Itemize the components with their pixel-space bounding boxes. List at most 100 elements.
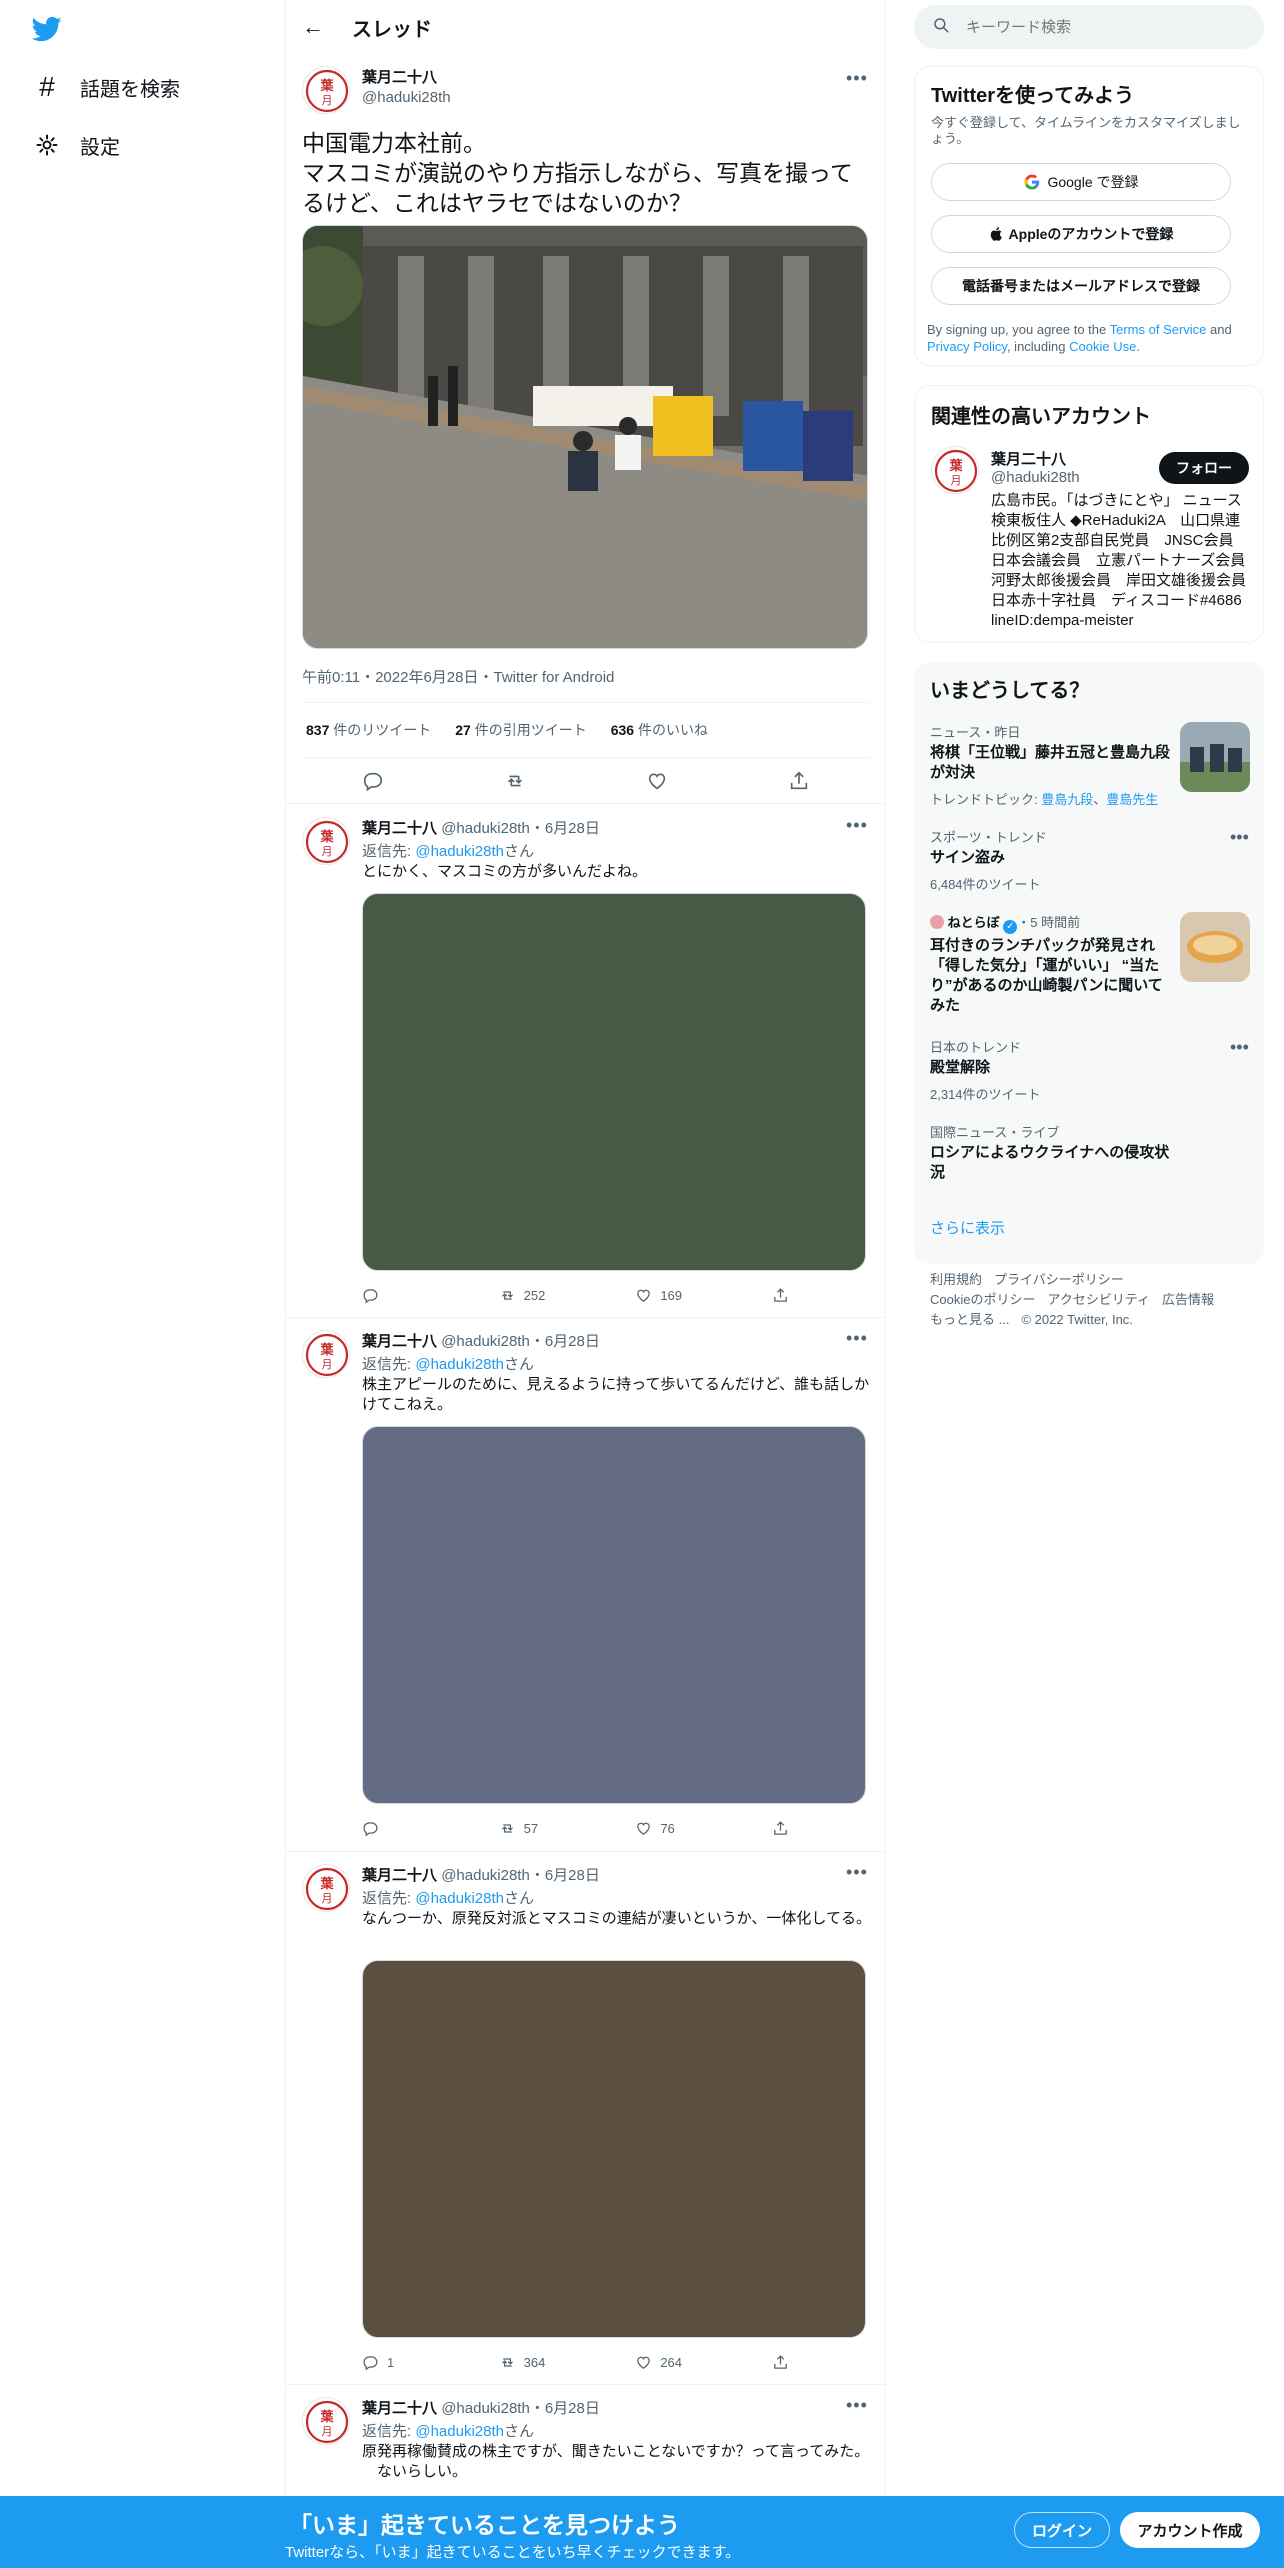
nav-settings[interactable]: 設定 (34, 125, 120, 165)
search-input[interactable] (966, 18, 1236, 36)
google-signup-button[interactable]: Google で登録 (931, 163, 1231, 201)
more-options-icon[interactable]: ••• (1230, 1037, 1249, 1058)
author-name[interactable]: 葉月二十八 (362, 820, 437, 837)
retweet-icon[interactable] (495, 761, 535, 801)
like-button[interactable]: 169 (635, 1287, 705, 1304)
reply-text: なんつーか、原発反対派とマスコミの連結が凄いというか、一体化してる。 (362, 1910, 871, 1927)
footer-cookie-link[interactable]: Cookieのポリシー (930, 1292, 1035, 1307)
more-options-icon[interactable]: ••• (846, 1862, 868, 1883)
more-options-icon[interactable]: ••• (1230, 827, 1249, 848)
reply-to-link[interactable]: @haduki28th (415, 2423, 504, 2440)
reply-text: とにかく、マスコミの方が多いんだよね。 (362, 863, 648, 880)
avatar[interactable]: 葉月 (302, 66, 350, 114)
trend-item[interactable]: 日本のトレンド 殿堂解除 2,314件のツイート (930, 1037, 1250, 1103)
avatar[interactable]: 葉月 (931, 446, 979, 494)
tweet-timestamp[interactable]: 午前0:11・2022年6月28日・Twitter for Android (302, 666, 614, 687)
show-more-link[interactable]: さらに表示 (930, 1217, 1005, 1238)
avatar[interactable]: 葉月 (302, 817, 350, 865)
like-button[interactable]: 76 (635, 1820, 705, 1837)
search-box[interactable] (914, 5, 1264, 49)
back-arrow-icon[interactable]: ← (302, 14, 334, 40)
more-options-icon[interactable]: ••• (846, 815, 868, 836)
avatar[interactable]: 葉月 (302, 2397, 350, 2445)
like-icon[interactable] (637, 761, 677, 801)
reply-date[interactable]: ・6月28日 (530, 1333, 600, 1350)
reply-button[interactable] (362, 1820, 432, 1837)
author-name[interactable]: 葉月二十八 (362, 2400, 437, 2417)
author-handle[interactable]: @haduki28th (441, 1867, 530, 1884)
reply-date[interactable]: ・6月28日 (530, 820, 600, 837)
reply-image[interactable] (362, 1426, 866, 1804)
reply-button[interactable]: 1 (362, 2354, 432, 2371)
reply-tweet[interactable]: 葉月 葉月二十八 @haduki28th・6月28日 ••• 返信先: @had… (286, 1852, 886, 2385)
footer-accessibility-link[interactable]: アクセシビリティ (1047, 1292, 1150, 1307)
reply-date[interactable]: ・6月28日 (530, 2400, 600, 2417)
reply-image[interactable] (362, 1960, 866, 2338)
quote-count[interactable]: 27 件の引用ツイート (455, 720, 586, 740)
reply-to-link[interactable]: @haduki28th (415, 843, 504, 860)
trend-item[interactable]: ニュース・昨日 将棋「王位戦」藤井五冠と豊島九段が対決 トレンドトピック: 豊島… (930, 722, 1170, 808)
footer-more-link[interactable]: もっと見る ... (930, 1312, 1009, 1327)
author-name[interactable]: 葉月二十八 (362, 1333, 437, 1350)
retweet-count[interactable]: 837 件のリツイート (306, 720, 431, 740)
trend-topic-link[interactable]: 豊島九段 (1041, 792, 1093, 807)
phone-email-signup-button[interactable]: 電話番号またはメールアドレスで登録 (931, 267, 1231, 305)
retweet-button[interactable]: 57 (499, 1820, 569, 1837)
footer-terms-link[interactable]: 利用規約 (930, 1272, 982, 1287)
reply-actions: 57 76 (362, 1813, 792, 1843)
author-handle[interactable]: @haduki28th (441, 820, 530, 837)
follow-button[interactable]: フォロー (1159, 452, 1249, 484)
footer-ads-link[interactable]: 広告情報 (1162, 1292, 1214, 1307)
like-count[interactable]: 636 件のいいね (611, 720, 708, 740)
cookie-link[interactable]: Cookie Use (1069, 339, 1136, 354)
share-button[interactable] (772, 1287, 792, 1304)
trend-item[interactable]: ねとらぼ ✓ ・5 時間前 耳付きのランチパックが発見され「得した気分」「運がいい… (930, 912, 1170, 1016)
trend-topic-link[interactable]: 豊島先生 (1106, 792, 1158, 807)
nav-explore-label: 話題を検索 (80, 78, 180, 101)
like-button[interactable]: 264 (635, 2354, 705, 2371)
trend-item[interactable]: スポーツ・トレンド サイン盗み 6,484件のツイート (930, 827, 1250, 893)
trend-item[interactable]: 国際ニュース・ライブ ロシアによるウクライナへの侵攻状況 (930, 1122, 1170, 1183)
more-options-icon[interactable]: ••• (846, 1328, 868, 1349)
more-options-icon[interactable]: ••• (846, 68, 868, 89)
reply-header: 葉月二十八 @haduki28th・6月28日 (362, 1330, 600, 1351)
reply-date[interactable]: ・6月28日 (530, 1867, 600, 1884)
login-button[interactable]: ログイン (1014, 2512, 1110, 2548)
author-handle[interactable]: @haduki28th (441, 2400, 530, 2417)
footer-privacy-link[interactable]: プライバシーポリシー (994, 1272, 1124, 1287)
related-accounts-card: 関連性の高いアカウント 葉月 葉月二十八 @haduki28th フォロー 広島… (914, 385, 1264, 643)
author-handle[interactable]: @haduki28th (362, 89, 451, 106)
reply-to-link[interactable]: @haduki28th (415, 1890, 504, 1907)
author-name[interactable]: 葉月二十八 (362, 1867, 437, 1884)
privacy-link[interactable]: Privacy Policy (927, 339, 1007, 354)
avatar[interactable]: 葉月 (302, 1864, 350, 1912)
account-name[interactable]: 葉月二十八 (991, 448, 1066, 469)
terms-link[interactable]: Terms of Service (1110, 322, 1207, 337)
reply-icon[interactable] (353, 761, 393, 801)
retweet-button[interactable]: 364 (499, 2354, 569, 2371)
svg-text:葉: 葉 (319, 2409, 334, 2425)
tweet-photo[interactable] (302, 225, 868, 649)
reply-tweet[interactable]: 葉月 葉月二十八 @haduki28th・6月28日 ••• 返信先: @had… (286, 1318, 886, 1852)
share-button[interactable] (772, 1820, 792, 1837)
avatar[interactable]: 葉月 (302, 1330, 350, 1378)
more-options-icon[interactable]: ••• (846, 2395, 868, 2416)
banner-subtitle: Twitterなら、「いま」起きていることをいち早くチェックできます。 (285, 2544, 741, 2561)
reply-button[interactable] (362, 1287, 432, 1304)
create-account-button[interactable]: アカウント作成 (1120, 2512, 1260, 2548)
svg-text:葉: 葉 (319, 1876, 334, 1892)
author-name[interactable]: 葉月二十八 (362, 66, 437, 87)
left-nav: # 話題を検索 設定 (0, 0, 285, 2568)
share-icon[interactable] (779, 761, 819, 801)
retweet-button[interactable]: 252 (499, 1287, 569, 1304)
twitter-logo-icon[interactable] (30, 14, 64, 44)
apple-signup-button[interactable]: Appleのアカウントで登録 (931, 215, 1231, 253)
reply-tweet[interactable]: 葉月 葉月二十八 @haduki28th・6月28日 ••• 返信先: @had… (286, 805, 886, 1318)
trend-thumbnail (1180, 912, 1250, 982)
reply-to-link[interactable]: @haduki28th (415, 1356, 504, 1373)
author-handle[interactable]: @haduki28th (441, 1333, 530, 1350)
reply-image[interactable] (362, 893, 866, 1271)
share-button[interactable] (772, 2354, 792, 2371)
nav-explore[interactable]: # 話題を検索 (34, 67, 180, 107)
account-handle[interactable]: @haduki28th (991, 469, 1080, 486)
